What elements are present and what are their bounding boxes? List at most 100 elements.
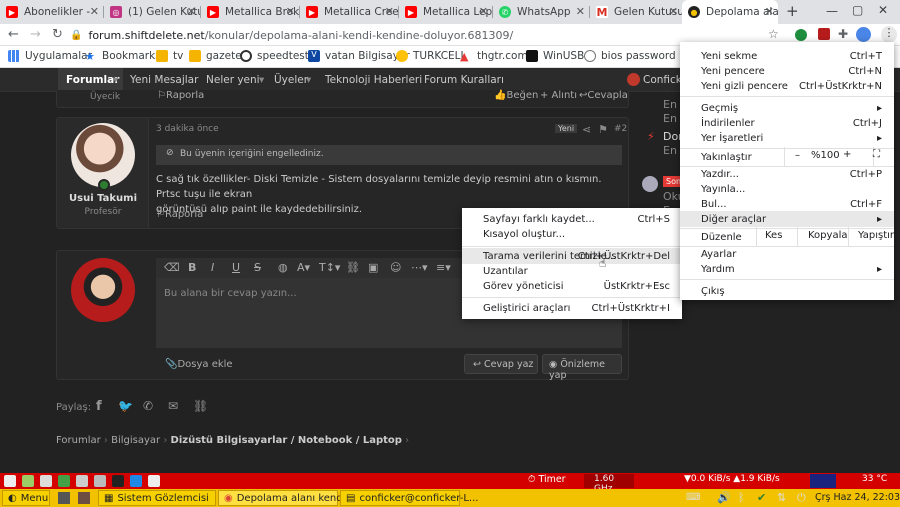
nav-uyeler[interactable]: Üyeler bbox=[274, 74, 308, 86]
address-bar[interactable]: 🔒 forum.shiftdelete.net/konular/depolama… bbox=[70, 26, 750, 44]
menu-task-manager[interactable]: Görev yöneticisi ÜstKrktr+Esc bbox=[462, 278, 682, 294]
image-icon[interactable]: ▣ bbox=[368, 261, 378, 274]
menu-extensions[interactable]: Uzantılar bbox=[462, 263, 682, 279]
launcher-icon[interactable] bbox=[22, 475, 34, 487]
menu-bookmarks[interactable]: Yer İşaretleri ▸ bbox=[680, 130, 894, 146]
close-icon[interactable]: ✕ bbox=[385, 5, 394, 18]
close-icon[interactable]: ✕ bbox=[669, 5, 678, 18]
launcher-icon[interactable] bbox=[78, 492, 90, 504]
copy-button[interactable]: Kopyala bbox=[808, 230, 847, 241]
taskbar-system-monitor[interactable]: ▦ Sistem Gözlemcisi bbox=[98, 490, 216, 506]
timer-applet[interactable]: ⏱ Timer bbox=[528, 474, 566, 485]
close-icon[interactable]: ✕ bbox=[765, 5, 774, 18]
align-icon[interactable]: ≡▾ bbox=[436, 261, 451, 274]
bookmark-bookmarks[interactable]: ★ Bookmarks bbox=[85, 50, 161, 63]
back-icon[interactable]: ← bbox=[8, 27, 19, 42]
menu-find[interactable]: Bul... Ctrl+F bbox=[680, 196, 894, 212]
new-tab-button[interactable]: + bbox=[786, 2, 799, 20]
whatsapp-icon[interactable]: ✆ bbox=[143, 399, 153, 413]
minimize-icon[interactable]: — bbox=[826, 4, 838, 18]
chevron-down-icon[interactable]: ▾ bbox=[259, 74, 264, 86]
emoji-icon[interactable]: ☺ bbox=[390, 261, 401, 274]
menu-print[interactable]: Yazdır... Ctrl+P bbox=[680, 166, 894, 182]
link-icon[interactable]: ⛓ bbox=[346, 261, 360, 274]
report-link[interactable]: ⚐Raporla bbox=[156, 209, 203, 220]
power-icon[interactable]: ⏻ bbox=[797, 491, 806, 505]
attach-file-button[interactable]: 📎Dosya ekle bbox=[165, 359, 233, 370]
reload-icon[interactable]: ↻ bbox=[52, 27, 63, 42]
fullscreen-icon[interactable]: ⛶ bbox=[873, 149, 880, 160]
more-menu-icon[interactable]: ⋮ bbox=[881, 26, 897, 43]
bold-icon[interactable]: B bbox=[188, 261, 196, 274]
preview-button[interactable]: ◉ Önizleme yap bbox=[542, 354, 622, 381]
quote-button[interactable]: + Alıntı bbox=[540, 90, 577, 101]
report-link[interactable]: ⚐Raporla bbox=[157, 90, 204, 101]
bookmark-speedtest[interactable]: speedtest bbox=[240, 50, 309, 62]
extension-icon[interactable] bbox=[818, 28, 830, 40]
tab-metallica-3[interactable]: ▶ Metallica Lepe ✕ bbox=[399, 0, 492, 24]
launcher-icon[interactable] bbox=[148, 475, 160, 487]
bookmark-icon[interactable]: ⚑ bbox=[598, 123, 608, 136]
bookmark-star-icon[interactable]: ☆ bbox=[768, 27, 779, 41]
taskbar-chrome[interactable]: ◉ Depolama alanı kendi ... bbox=[218, 490, 358, 506]
menu-developer-tools[interactable]: Geliştirici araçları Ctrl+ÜstKrktr+I bbox=[462, 300, 682, 316]
launcher-icon[interactable] bbox=[76, 475, 88, 487]
tab-depolama-active[interactable]: ● Depolama ala ✕ bbox=[682, 0, 778, 24]
keyboard-icon[interactable]: ⌨ bbox=[686, 492, 700, 503]
chevron-down-icon[interactable]: ▾ bbox=[113, 74, 118, 86]
avatar[interactable] bbox=[856, 27, 871, 42]
menu-new-tab[interactable]: Yeni sekme Ctrl+T bbox=[680, 48, 894, 64]
bookmark-bios[interactable]: bios password bbox=[584, 50, 676, 62]
menu-create-shortcut[interactable]: Kısayol oluştur... bbox=[462, 226, 682, 242]
tab-gmail[interactable]: M Gelen Kutusu ✕ bbox=[590, 0, 682, 24]
more-icon[interactable]: ⋯▾ bbox=[411, 261, 428, 274]
user-avatar[interactable] bbox=[627, 73, 640, 86]
start-menu-button[interactable]: ◐ Menu bbox=[2, 490, 50, 506]
close-icon[interactable]: ✕ bbox=[479, 5, 488, 18]
strikethrough-icon[interactable]: S bbox=[254, 261, 261, 274]
font-size-icon[interactable]: T↕▾ bbox=[319, 261, 340, 274]
nav-forum-kurallari[interactable]: Forum Kuralları bbox=[424, 74, 504, 86]
bookmark-turkcell[interactable]: TURKCELL bbox=[396, 50, 466, 62]
launcher-icon[interactable] bbox=[94, 475, 106, 487]
bookmark-vatan[interactable]: Vvatan Bilgisayar bbox=[308, 50, 410, 62]
like-button[interactable]: 👍Beğen bbox=[494, 90, 538, 101]
tab-metallica-2[interactable]: ▶ Metallica Cree ✕ bbox=[300, 0, 398, 24]
zoom-out-button[interactable]: – bbox=[795, 150, 800, 161]
close-window-icon[interactable]: ✕ bbox=[878, 3, 888, 17]
breadcrumb-item[interactable]: Bilgisayar bbox=[111, 435, 160, 446]
chevron-down-icon[interactable]: ▾ bbox=[306, 74, 311, 86]
cut-button[interactable]: Kes bbox=[765, 230, 782, 241]
zoom-in-button[interactable]: + bbox=[843, 149, 851, 160]
sidebar-avatar[interactable] bbox=[642, 176, 658, 192]
taskbar-terminal[interactable]: ▤ conficker@conficker-L... bbox=[340, 490, 478, 506]
bookmark-tv[interactable]: tv bbox=[156, 50, 183, 62]
clock[interactable]: Çrş Haz 24, 22:03:39 bbox=[815, 492, 900, 503]
maximize-icon[interactable]: ▢ bbox=[852, 3, 863, 17]
sidebar-text[interactable]: En bbox=[663, 144, 677, 157]
menu-new-window[interactable]: Yeni pencere Ctrl+N bbox=[680, 63, 894, 79]
bookmark-thgtr[interactable]: ▲ thgtr.com bbox=[460, 50, 528, 63]
font-icon[interactable]: A▾ bbox=[297, 261, 310, 274]
nav-neler-yeni[interactable]: Neler yeni bbox=[206, 74, 260, 86]
close-icon[interactable]: ✕ bbox=[187, 5, 196, 18]
reply-button[interactable]: ↩Cevapla bbox=[579, 90, 628, 101]
bluetooth-icon[interactable]: ᛒ bbox=[738, 491, 745, 504]
terminal-icon[interactable] bbox=[112, 475, 124, 487]
breadcrumb-item[interactable]: Forumlar bbox=[56, 435, 101, 446]
email-icon[interactable]: ✉ bbox=[168, 399, 178, 413]
twitter-icon[interactable]: 🐦 bbox=[118, 399, 133, 413]
menu-exit[interactable]: Çıkış bbox=[680, 283, 894, 299]
bookmark-apps[interactable]: Uygulamalar bbox=[8, 50, 92, 62]
author-avatar[interactable] bbox=[71, 123, 135, 187]
menu-downloads[interactable]: İndirilenler Ctrl+J bbox=[680, 115, 894, 131]
tab-metallica-1[interactable]: ▶ Metallica Brok ✕ bbox=[201, 0, 299, 24]
launcher-icon[interactable] bbox=[58, 475, 70, 487]
menu-help[interactable]: Yardım ▸ bbox=[680, 261, 894, 277]
puzzle-icon[interactable]: ✚ bbox=[838, 27, 848, 41]
underline-icon[interactable]: U bbox=[232, 261, 240, 274]
eraser-icon[interactable]: ⌫ bbox=[164, 261, 180, 274]
network-icon[interactable]: ⇅ bbox=[777, 491, 786, 504]
forward-icon[interactable]: → bbox=[30, 27, 41, 42]
author-name[interactable]: Usui Takumi bbox=[57, 193, 149, 204]
